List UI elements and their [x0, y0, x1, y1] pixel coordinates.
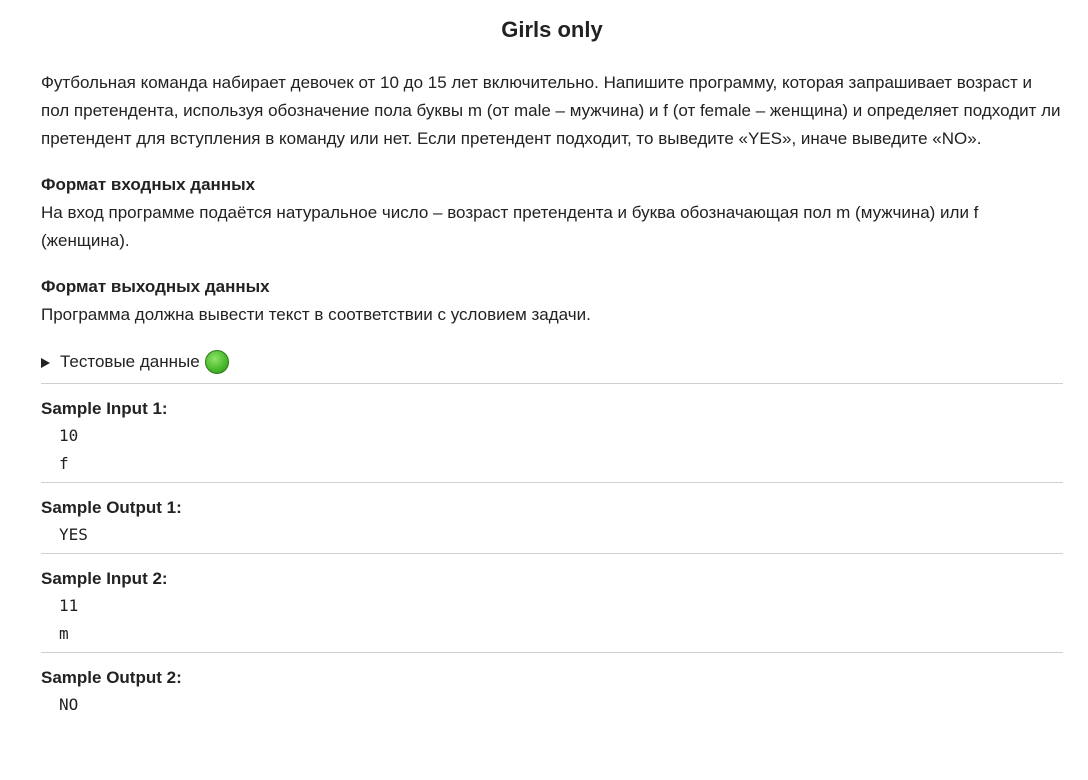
sample-block: Sample Output 2: NO	[41, 652, 1063, 723]
sample-line: f	[59, 454, 69, 473]
disclosure-triangle-icon	[41, 357, 50, 368]
sample-label: Sample Input 1:	[41, 399, 168, 418]
samples-list: Sample Input 1: 10 f Sample Output 1: YE…	[41, 383, 1063, 723]
sample-label: Sample Output 1:	[41, 498, 182, 517]
problem-statement: Футбольная команда набирает девочек от 1…	[41, 73, 1061, 148]
input-format-text: На вход программе подаётся натуральное ч…	[41, 203, 979, 250]
green-circle-icon	[204, 350, 229, 374]
tests-toggle[interactable]: Тестовые данные	[41, 347, 1063, 377]
output-format-text: Программа должна вывести текст в соответ…	[41, 305, 591, 324]
sample-line: m	[59, 624, 69, 643]
sample-line: 11	[59, 596, 79, 615]
input-format-section: Формат входных данных На вход программе …	[41, 171, 1063, 255]
sample-label: Sample Output 2:	[41, 668, 182, 687]
problem-page: Girls only Футбольная команда набирает д…	[0, 0, 1088, 780]
sample-line: NO	[59, 695, 79, 714]
sample-line: YES	[59, 525, 88, 544]
tests-toggle-label: Тестовые данные	[60, 352, 200, 371]
problem-title: Girls only	[501, 17, 603, 42]
input-format-heading: Формат входных данных	[41, 175, 256, 194]
output-format-heading: Формат выходных данных	[41, 277, 270, 296]
output-format-section: Формат выходных данных Программа должна …	[41, 273, 1063, 329]
sample-block: Sample Input 1: 10 f	[41, 383, 1063, 482]
sample-line: 10	[59, 426, 79, 445]
sample-block: Sample Input 2: 11 m	[41, 553, 1063, 652]
sample-block: Sample Output 1: YES	[41, 482, 1063, 553]
sample-label: Sample Input 2:	[41, 569, 168, 588]
